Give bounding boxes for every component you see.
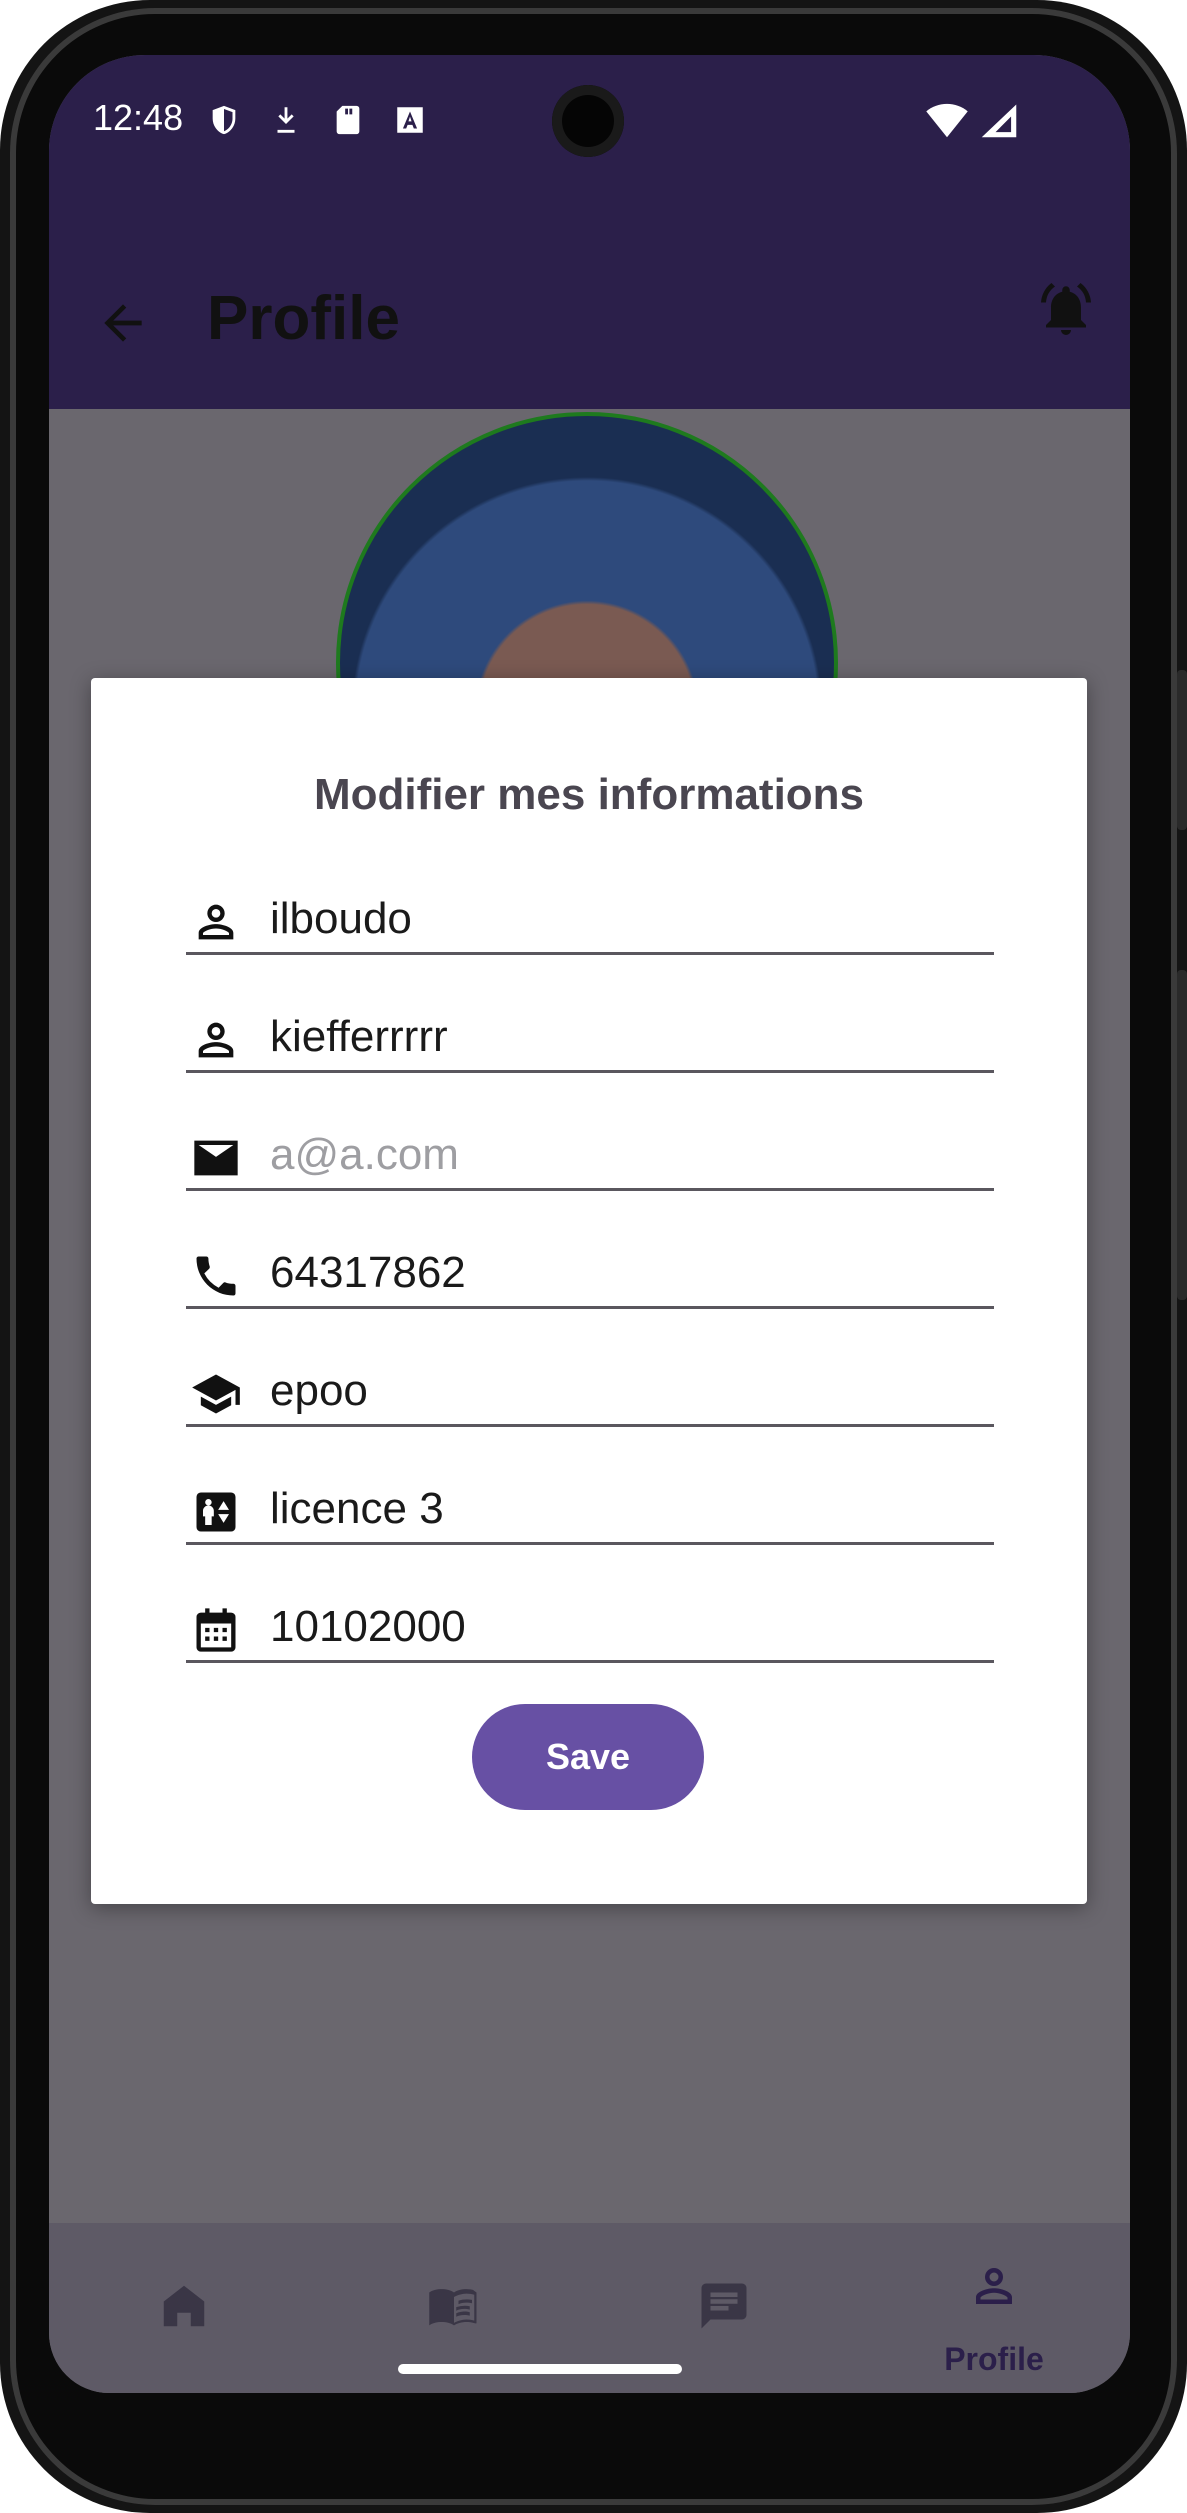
person-icon: [190, 1014, 242, 1066]
mail-icon: [190, 1132, 242, 1184]
chat-icon: [701, 2283, 747, 2329]
first-name-value: kiefferrrrr: [270, 1012, 448, 1061]
font-icon: [397, 107, 423, 133]
dialog-title: Modifier mes informations: [313, 770, 865, 819]
screen: 12:48 Profile Modifier mes informations: [49, 55, 1130, 2393]
home-icon: [163, 2285, 205, 2327]
page-title: Profile: [207, 284, 400, 353]
school-field[interactable]: epoo: [186, 1358, 994, 1427]
calendar-icon: [190, 1604, 242, 1656]
nav-label-profile: Profile: [944, 2341, 1044, 2377]
birthdate-field[interactable]: 10102000: [186, 1594, 994, 1663]
birthdate-value: 10102000: [270, 1602, 466, 1651]
home-gesture-bar[interactable]: [398, 2364, 682, 2374]
nav-item-home[interactable]: [49, 2223, 319, 2393]
download-icon: [277, 107, 295, 133]
app-bar: Profile: [49, 175, 1130, 409]
front-camera: [552, 85, 624, 157]
back-arrow-icon[interactable]: [95, 295, 151, 351]
phone-icon: [190, 1250, 242, 1302]
phone-frame: 12:48 Profile Modifier mes informations: [0, 0, 1187, 2513]
signal-icon: [981, 104, 1017, 138]
nav-item-profile[interactable]: Profile: [859, 2223, 1129, 2393]
school-value: epoo: [270, 1366, 368, 1415]
last-name-value: ilboudo: [270, 894, 412, 943]
first-name-field[interactable]: kiefferrrrr: [186, 1004, 994, 1073]
last-name-field[interactable]: ilboudo: [186, 886, 994, 955]
power-button: [1177, 970, 1187, 1300]
level-field[interactable]: licence 3: [186, 1476, 994, 1545]
book-icon: [429, 2289, 477, 2326]
level-icon: [190, 1486, 242, 1538]
volume-button: [1177, 670, 1187, 830]
status-icons: [207, 103, 427, 137]
save-button[interactable]: Save: [472, 1704, 704, 1810]
status-bar: 12:48: [49, 55, 1130, 175]
phone-value: 64317862: [270, 1248, 466, 1297]
notification-bell-icon[interactable]: [1036, 280, 1096, 340]
person-icon: [190, 896, 242, 948]
person-icon: [976, 2268, 1012, 2304]
email-field[interactable]: a@a.com: [186, 1122, 994, 1191]
shield-icon: [212, 105, 236, 135]
email-placeholder: a@a.com: [270, 1130, 459, 1179]
edit-info-dialog: Modifier mes informations ilboudo kieffe…: [91, 678, 1087, 1904]
status-right-icons: [926, 101, 1020, 139]
level-value: licence 3: [270, 1484, 444, 1533]
status-time: 12:48: [93, 97, 184, 138]
school-icon: [190, 1368, 242, 1420]
phone-field[interactable]: 64317862: [186, 1240, 994, 1309]
sd-card-icon: [336, 105, 360, 135]
wifi-icon: [926, 103, 968, 138]
